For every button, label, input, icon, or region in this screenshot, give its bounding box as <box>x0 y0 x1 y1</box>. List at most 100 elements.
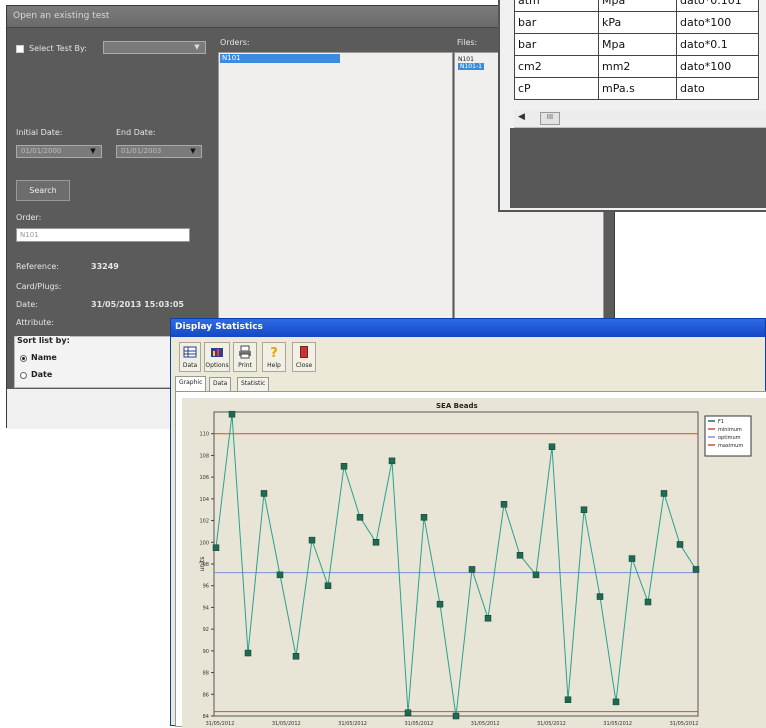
close-button[interactable]: Close <box>292 342 316 372</box>
data-point <box>404 709 412 716</box>
x-tick-label: 31/05/2012 <box>537 721 566 727</box>
x-tick-label: 31/05/2012 <box>206 721 235 727</box>
files-list-item[interactable]: N101 <box>458 56 474 63</box>
sort-date-label: Date <box>31 370 53 379</box>
y-tick-label: 102 <box>199 519 209 525</box>
order-input-value: N101 <box>20 231 39 239</box>
end-date-picker[interactable]: 01/01/2003 ▼ <box>116 145 202 158</box>
units-table-row[interactable]: bar kPa dato*100 <box>514 11 759 34</box>
units-formula-cell: dato*100 <box>676 11 759 34</box>
print-button-label: Print <box>238 362 252 369</box>
tab-data[interactable]: Data <box>209 377 232 391</box>
scroll-left-icon[interactable]: ◀ <box>518 112 525 122</box>
data-point <box>612 698 620 706</box>
data-button[interactable]: Data <box>179 342 201 372</box>
print-button[interactable]: Print <box>233 342 257 372</box>
data-point <box>564 696 572 703</box>
units-to-cell: mm2 <box>598 55 677 78</box>
sort-name-radio[interactable] <box>20 355 27 362</box>
units-table-row[interactable]: atm Mpa dato*0.101 <box>514 0 759 12</box>
end-date-label: End Date: <box>116 128 156 137</box>
data-point <box>244 649 252 657</box>
close-button-label: Close <box>295 362 313 369</box>
data-point <box>692 566 700 573</box>
data-point <box>532 571 540 579</box>
sort-by-label: Sort list by: <box>17 336 70 345</box>
data-point <box>212 544 220 551</box>
statistics-titlebar: Display Statistics <box>171 319 765 337</box>
order-input[interactable]: N101 <box>16 228 190 242</box>
svg-text:?: ? <box>270 346 278 359</box>
options-button[interactable]: Options <box>204 342 230 372</box>
units-formula-cell: dato*0.101 <box>676 0 759 12</box>
x-tick-label: 31/05/2012 <box>272 721 301 727</box>
data-point <box>308 536 316 544</box>
units-to-cell: mPa.s <box>598 77 677 100</box>
orders-list-selected-item[interactable]: N101 <box>220 54 340 63</box>
data-point <box>420 514 428 521</box>
sort-name-label: Name <box>31 353 57 362</box>
units-conversion-window: atm Mpa dato*0.101 bar kPa dato*100 bar Mpa dato… <box>498 0 766 212</box>
data-point <box>516 552 524 559</box>
tab-statistic[interactable]: Statistic <box>237 377 270 391</box>
horizontal-scrollbar[interactable]: ◀ III <box>514 110 766 128</box>
units-table-row[interactable]: bar Mpa dato*0.1 <box>514 33 759 56</box>
units-formula-cell: dato*0.1 <box>676 33 759 56</box>
x-tick-label: 31/05/2012 <box>471 721 500 727</box>
initial-date-picker[interactable]: 01/01/2000 ▼ <box>16 145 102 158</box>
graphic-tab-panel: SEA Beads units 84 86 88 90 92 94 96 98 100 102 104 1… <box>175 391 766 728</box>
data-point <box>580 506 588 513</box>
data-point <box>676 541 684 548</box>
y-tick-label: 86 <box>203 692 209 698</box>
units-from-cell: cP <box>514 77 599 100</box>
data-point <box>356 514 364 521</box>
units-formula-cell: dato <box>676 77 759 100</box>
scroll-thumb[interactable]: III <box>540 112 560 125</box>
data-point <box>276 571 284 579</box>
data-button-label: Data <box>182 362 198 369</box>
data-point <box>484 615 492 622</box>
open-test-title: Open an existing test <box>13 11 110 21</box>
y-tick-label: 98 <box>203 562 209 568</box>
select-test-combo[interactable]: ▼ <box>103 41 206 54</box>
chevron-down-icon: ▼ <box>90 147 96 155</box>
legend-entry: F1 <box>718 419 724 425</box>
units-table-row[interactable]: cP mPa.s dato <box>514 77 759 100</box>
y-tick-label: 94 <box>203 605 209 611</box>
help-button[interactable]: ? Help <box>262 342 286 372</box>
reference-label: Reference: <box>16 262 59 271</box>
units-table: atm Mpa dato*0.101 bar kPa dato*100 bar Mpa dato… <box>514 0 759 100</box>
tab-graphic[interactable]: Graphic <box>175 376 207 391</box>
units-from-cell: bar <box>514 33 599 56</box>
printer-icon <box>239 345 251 359</box>
x-tick-label: 31/05/2012 <box>338 721 367 727</box>
data-point <box>644 598 652 606</box>
x-tick-label: 31/05/2012 <box>404 721 433 727</box>
data-point <box>468 566 476 573</box>
chart-title: SEA Beads <box>436 402 478 410</box>
search-button[interactable]: Search <box>16 180 70 201</box>
card-plugs-label: Card/Plugs: <box>16 282 62 291</box>
select-test-checkbox[interactable] <box>16 45 24 53</box>
table-icon <box>183 346 197 358</box>
date-value: 31/05/2013 15:03:05 <box>91 300 184 309</box>
units-window-footer <box>510 128 766 208</box>
chevron-down-icon: ▼ <box>190 147 196 155</box>
y-tick-label: 92 <box>203 627 209 633</box>
files-list-item-selected[interactable]: N101-1 <box>458 63 484 70</box>
units-from-cell: cm2 <box>514 55 599 78</box>
statistics-line-chart: SEA Beadsunits84868890929496981001021041… <box>199 402 752 727</box>
y-tick-label: 104 <box>199 497 209 503</box>
select-test-label: Select Test By: <box>29 44 87 53</box>
y-tick-label: 100 <box>199 540 209 546</box>
sort-date-radio[interactable] <box>20 372 27 379</box>
reference-value: 33249 <box>91 262 119 271</box>
display-statistics-window: Display Statistics Data Options Print ? … <box>170 318 766 728</box>
orders-header: Orders: <box>220 38 250 47</box>
units-table-row[interactable]: cm2 mm2 dato*100 <box>514 55 759 78</box>
units-to-cell: Mpa <box>598 0 677 12</box>
y-tick-label: 106 <box>199 475 209 481</box>
help-icon: ? <box>270 346 278 359</box>
data-point <box>548 443 556 450</box>
y-tick-label: 110 <box>199 432 209 438</box>
